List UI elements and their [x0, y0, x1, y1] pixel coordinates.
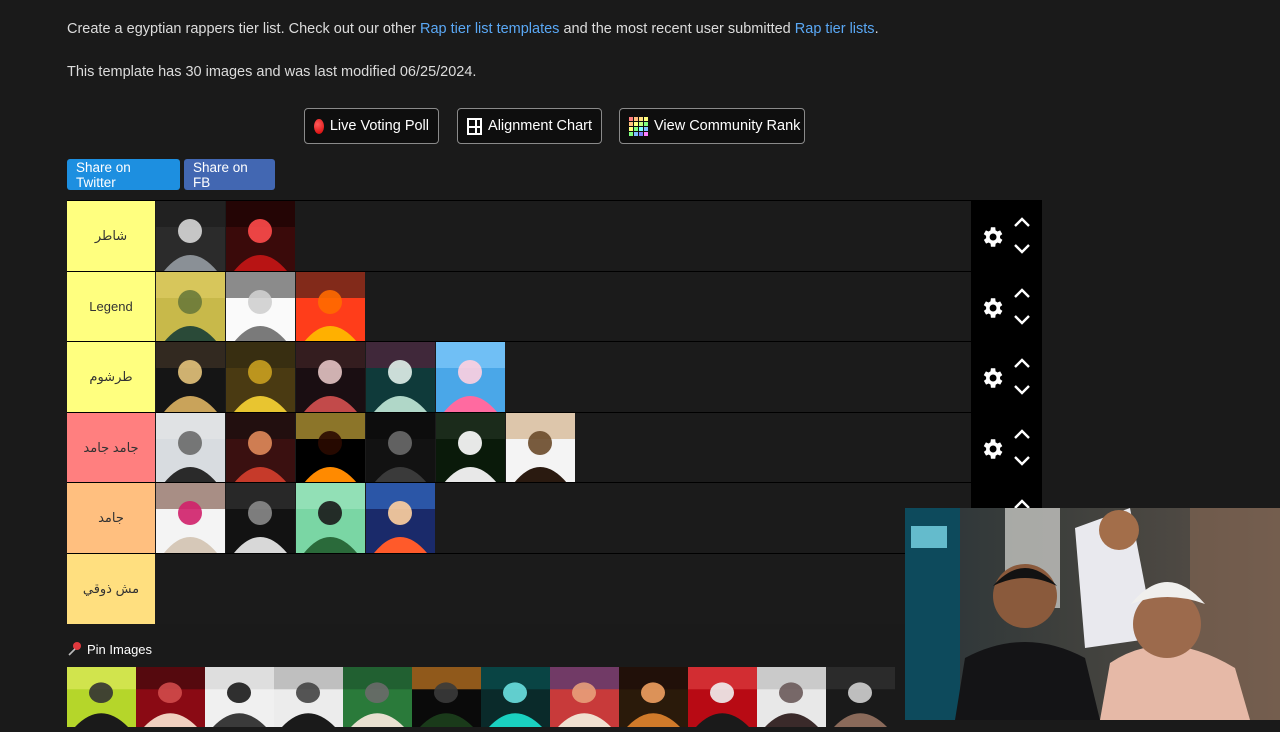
rapper-image[interactable] [226, 271, 295, 342]
rapper-image[interactable] [296, 412, 365, 483]
live-voting-label: Live Voting Poll [329, 118, 429, 134]
pinned-image[interactable] [67, 667, 136, 727]
chevron-down-icon[interactable] [1013, 314, 1031, 326]
rapper-image[interactable] [296, 342, 365, 412]
pinned-image[interactable] [757, 667, 826, 727]
pinned-image[interactable] [343, 667, 412, 727]
rapper-image[interactable] [156, 271, 225, 342]
rapper-image[interactable] [296, 483, 365, 553]
tier-label[interactable]: مش ذوقي [67, 553, 155, 624]
pinned-image[interactable] [274, 667, 343, 727]
tier-controls [971, 342, 1042, 412]
rapper-image[interactable] [436, 412, 505, 483]
rapper-image[interactable] [436, 342, 505, 412]
rapper-image[interactable] [226, 342, 295, 412]
tier-items [156, 271, 366, 342]
pinned-image[interactable] [550, 667, 619, 727]
template-meta: This template has 30 images and was last… [67, 64, 477, 80]
live-voting-poll-button[interactable]: Live Voting Poll [304, 108, 439, 144]
pinned-image[interactable] [136, 667, 205, 727]
rapper-image[interactable] [156, 412, 225, 483]
tier-row: طرشوم [67, 341, 1042, 412]
intro-prefix: Create a egyptian rappers tier list. Che… [67, 21, 421, 37]
webcam-overlay [905, 508, 1280, 720]
rapper-image[interactable] [296, 271, 365, 342]
pin-images-strip [67, 667, 895, 727]
tier-grid-icon [629, 116, 648, 136]
rapper-image[interactable] [226, 483, 295, 553]
rapper-image[interactable] [366, 342, 435, 412]
rapper-image[interactable] [366, 412, 435, 483]
tier-row: مش ذوقي [67, 552, 1042, 624]
chevron-up-icon[interactable] [1013, 287, 1031, 299]
grid-icon [467, 117, 483, 135]
pushpin-icon [68, 642, 81, 656]
rapper-image[interactable] [366, 483, 435, 553]
tier-label[interactable]: طرشوم [67, 342, 155, 412]
red-dot-icon [314, 118, 324, 134]
tier-row: شاطر [67, 200, 1042, 271]
share-fb-button[interactable]: Share on FB [184, 159, 275, 190]
pin-images-header: Pin Images [67, 641, 152, 657]
chevron-down-icon[interactable] [1013, 384, 1031, 396]
tier-controls [971, 201, 1042, 271]
rapper-image[interactable] [156, 483, 225, 553]
pin-images-label: Pin Images [87, 641, 153, 657]
chevron-up-icon[interactable] [1013, 357, 1031, 369]
tier-row: جامد جامد [67, 411, 1042, 483]
pinned-image[interactable] [688, 667, 757, 727]
tier-items [156, 342, 506, 412]
rap-templates-link[interactable]: Rap tier list templates [420, 21, 559, 37]
pinned-image[interactable] [205, 667, 274, 727]
tier-label[interactable]: جامد [67, 483, 155, 553]
tier-controls [971, 412, 1042, 483]
community-rank-button[interactable]: View Community Rank [619, 108, 805, 144]
rapper-image[interactable] [156, 201, 225, 271]
intro-text: Create a egyptian rappers tier list. Che… [67, 21, 879, 37]
rapper-image[interactable] [226, 412, 295, 483]
alignment-chart-button[interactable]: Alignment Chart [457, 108, 602, 144]
rapper-image[interactable] [156, 342, 225, 412]
gear-icon[interactable] [979, 295, 1005, 321]
gear-icon[interactable] [979, 365, 1005, 391]
chevron-up-icon[interactable] [1013, 216, 1031, 228]
tier-items [156, 483, 436, 553]
rapper-image[interactable] [226, 201, 295, 271]
intro-suffix: . [874, 21, 879, 37]
tier-label[interactable]: جامد جامد [67, 412, 155, 483]
community-label: View Community Rank [654, 118, 801, 134]
intro-middle: and the most recent user submitted [559, 21, 795, 37]
tier-controls [971, 271, 1042, 342]
pinned-image[interactable] [619, 667, 688, 727]
pinned-image[interactable] [826, 667, 895, 727]
tier-items [156, 412, 576, 483]
tier-row: جامد [67, 482, 1042, 553]
pinned-image[interactable] [481, 667, 550, 727]
chevron-up-icon[interactable] [1013, 428, 1031, 440]
rapper-image[interactable] [506, 412, 575, 483]
chevron-down-icon[interactable] [1013, 243, 1031, 255]
tier-row: Legend [67, 270, 1042, 342]
tier-items [156, 201, 296, 271]
tier-label[interactable]: Legend [67, 271, 155, 342]
tier-label[interactable]: شاطر [67, 201, 155, 271]
share-twitter-button[interactable]: Share on Twitter [67, 159, 180, 190]
pinned-image[interactable] [412, 667, 481, 727]
gear-icon[interactable] [979, 224, 1005, 250]
gear-icon[interactable] [979, 436, 1005, 462]
rap-tier-lists-link[interactable]: Rap tier lists [795, 21, 875, 37]
alignment-label: Alignment Chart [488, 118, 592, 134]
chevron-down-icon[interactable] [1013, 455, 1031, 467]
